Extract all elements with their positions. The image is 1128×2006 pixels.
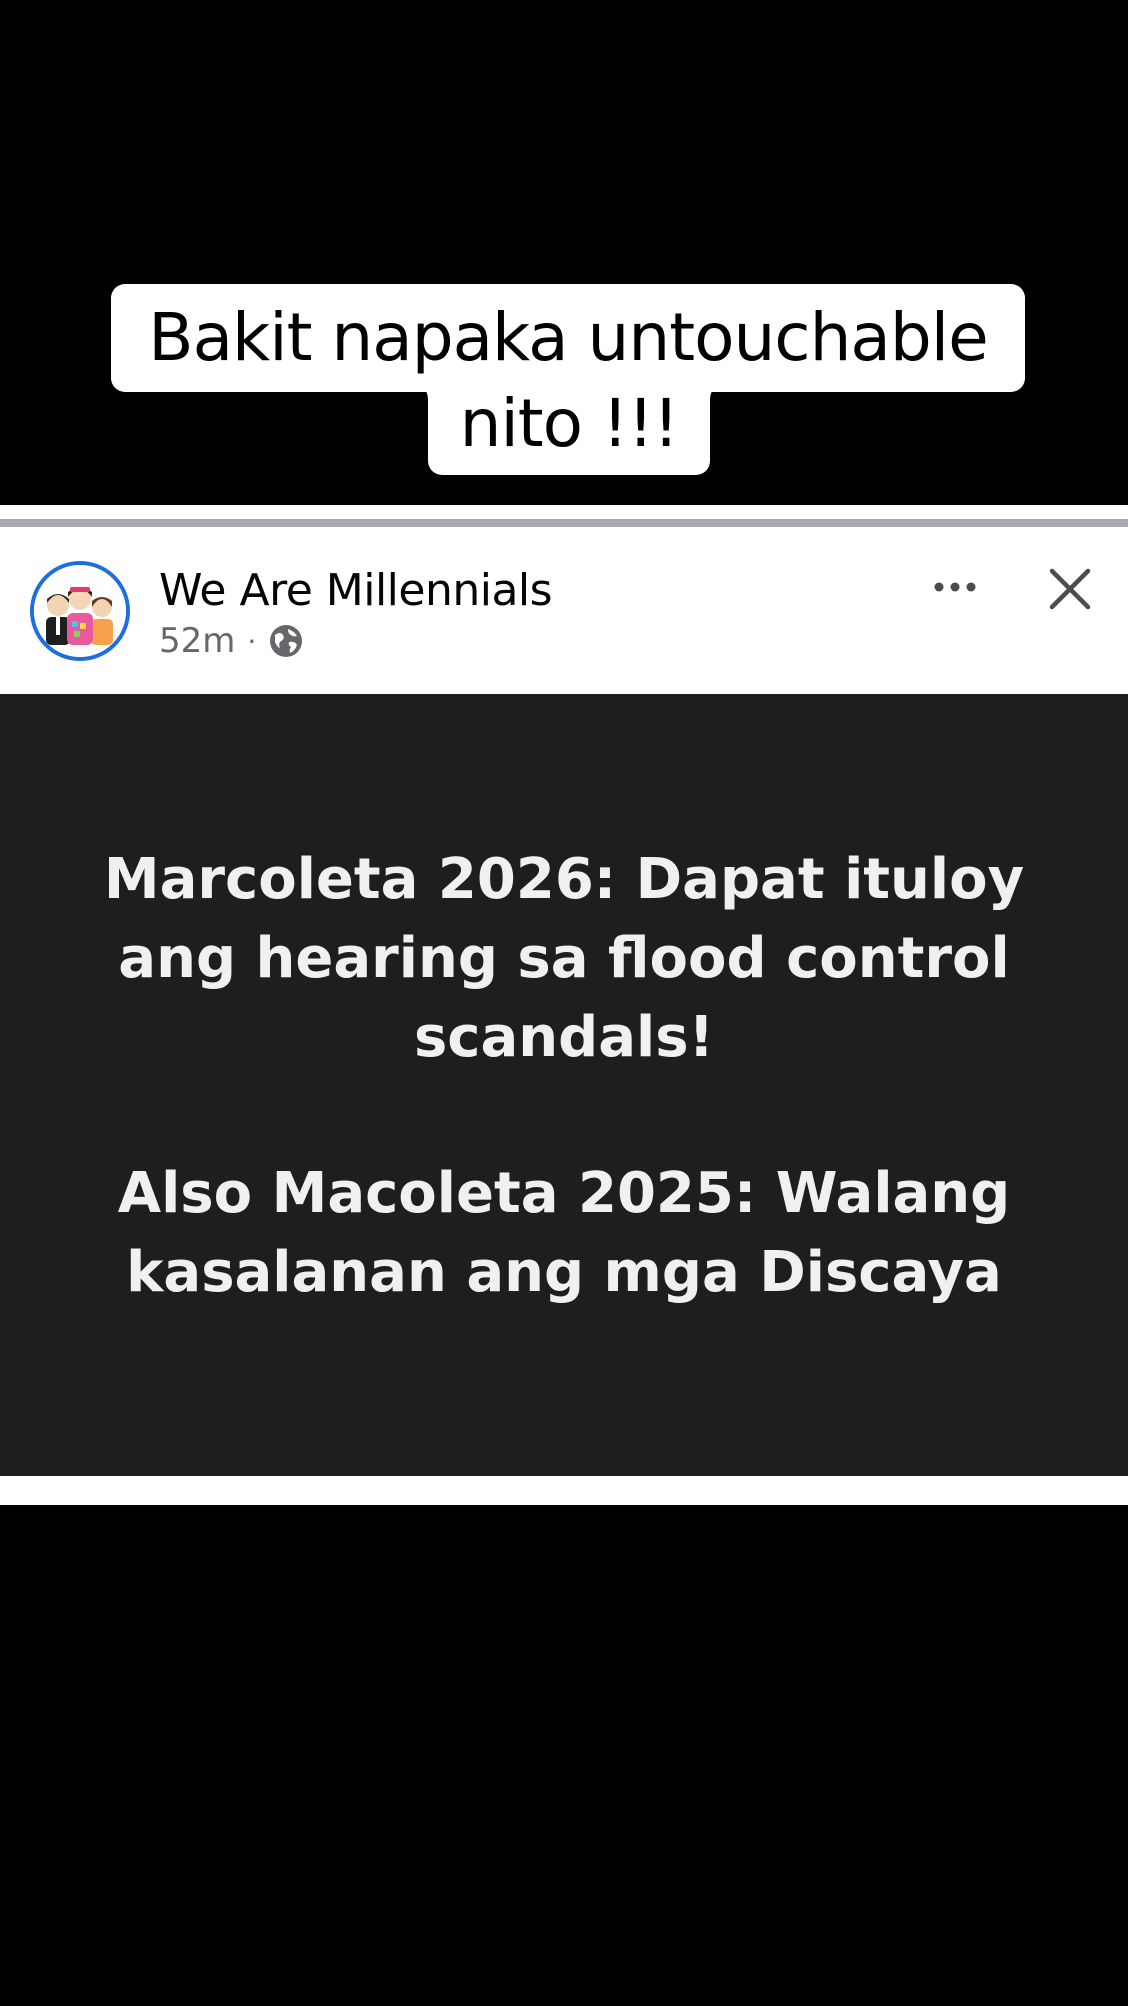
caption-line-1: Bakit napaka untouchable xyxy=(111,284,1025,392)
post-footer-strip xyxy=(0,1476,1128,1496)
globe-icon xyxy=(268,623,304,659)
close-icon xyxy=(1049,568,1091,610)
post-text-paragraph-1: Marcoleta 2026: Dapat ituloy ang hearing… xyxy=(103,847,1025,1070)
post-header: We Are Millennials 52m · xyxy=(0,527,1128,694)
more-horizontal-icon xyxy=(934,582,976,592)
page-name[interactable]: We Are Millennials xyxy=(159,565,553,616)
meta-separator: · xyxy=(247,624,257,658)
post-meta: 52m · xyxy=(159,619,304,663)
close-button[interactable] xyxy=(1046,565,1094,613)
more-options-button[interactable] xyxy=(925,567,985,607)
post-time[interactable]: 52m xyxy=(159,621,235,661)
caption-line-2: nito !!! xyxy=(414,384,724,475)
post-text-paragraph-2: Also Macoleta 2025: Walang kasalanan ang… xyxy=(117,1161,1011,1305)
avatar-illustration xyxy=(34,565,126,657)
post-text-background: Marcoleta 2026: Dapat ituloy ang hearing… xyxy=(0,694,1128,1476)
video-caption-area: Bakit napaka untouchable nito !!! xyxy=(0,0,1128,505)
post-divider xyxy=(0,519,1128,527)
page-avatar[interactable] xyxy=(30,561,130,661)
